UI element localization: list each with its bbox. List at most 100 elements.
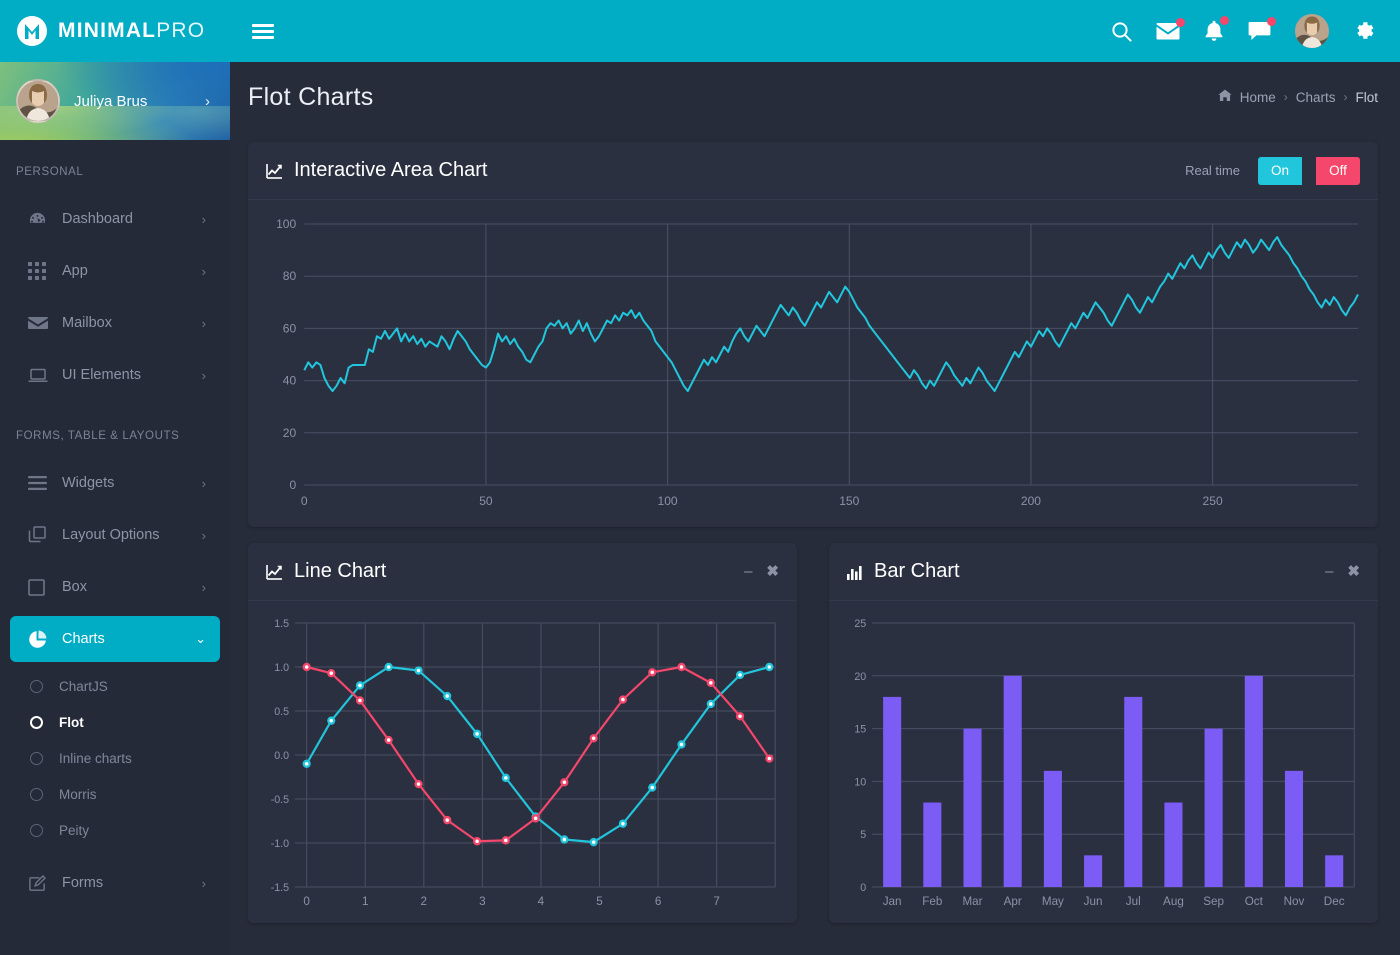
svg-text:Jan: Jan — [883, 894, 902, 908]
chevron-right-icon: › — [201, 315, 206, 331]
svg-text:100: 100 — [658, 494, 678, 508]
envelope-icon[interactable] — [1156, 17, 1185, 41]
nav-section-personal: PERSONAL — [16, 166, 84, 178]
notification-badge — [1267, 17, 1276, 26]
radio-icon — [30, 715, 43, 729]
bars-icon — [28, 476, 62, 490]
sidebar-user-profile[interactable]: Juliya Brus › — [0, 62, 230, 140]
search-icon[interactable] — [1111, 21, 1132, 42]
svg-text:0: 0 — [290, 478, 297, 492]
bar-chart-plot[interactable]: 0 5 10 15 20 25 Jan Feb Mar Apr May Jun Jul Aug Sep Oct… — [839, 615, 1364, 915]
breadcrumb-current: Flot — [1355, 89, 1378, 105]
card-body: -1.5 -1.0 -0.5 0.0 0.5 1.0 1.5 0 1 2 3 4 5 6 7 — [248, 601, 797, 923]
sidebar-subitem-morris[interactable]: Morris — [0, 776, 230, 812]
breadcrumb-home[interactable]: Home — [1240, 90, 1276, 105]
sidebar-item-layout-options[interactable]: Layout Options › — [10, 512, 220, 558]
radio-icon — [30, 679, 43, 693]
svg-text:Nov: Nov — [1284, 894, 1305, 908]
svg-text:5: 5 — [860, 829, 866, 841]
sidebar-item-label: Mailbox — [62, 315, 112, 331]
svg-text:0: 0 — [860, 882, 866, 894]
close-icon[interactable]: ✖ — [766, 564, 779, 579]
brand-logo-area[interactable]: MINIMALPRO — [0, 0, 230, 62]
sidebar-subitem-peity[interactable]: Peity — [0, 812, 230, 848]
svg-text:10: 10 — [854, 776, 866, 788]
close-icon[interactable]: ✖ — [1347, 564, 1360, 579]
laptop-icon — [28, 368, 62, 383]
line-chart-plot[interactable]: -1.5 -1.0 -0.5 0.0 0.5 1.0 1.5 0 1 2 3 4 5 6 7 — [258, 615, 783, 915]
sidebar-item-label: Forms — [62, 875, 104, 891]
square-icon — [28, 578, 62, 596]
card-body: 0 5 10 15 20 25 Jan Feb Mar Apr May Jun Jul Aug Sep Oct… — [829, 601, 1378, 923]
sidebar: MINIMALPRO Juliya Brus › PERSONAL Dashbo — [0, 0, 230, 955]
clone-icon — [28, 526, 62, 544]
radio-icon — [30, 823, 43, 837]
minimize-icon[interactable]: – — [1325, 564, 1333, 579]
svg-text:1.5: 1.5 — [274, 618, 289, 630]
chevron-right-icon: › — [205, 92, 210, 110]
sidebar-item-mailbox[interactable]: Mailbox › — [10, 300, 220, 346]
area-chart-plot[interactable]: 0 20 40 60 80 100 0 50 100 150 200 250 — [258, 214, 1364, 519]
svg-text:Mar: Mar — [962, 894, 982, 908]
card-header: Line Chart – ✖ — [248, 543, 797, 601]
card-title: Line Chart — [266, 560, 386, 583]
sidebar-item-dashboard[interactable]: Dashboard › — [10, 196, 220, 242]
svg-text:Jun: Jun — [1084, 894, 1103, 908]
pencil-square-icon — [28, 874, 62, 893]
chevron-right-icon: › — [201, 475, 206, 491]
avatar[interactable] — [1295, 14, 1329, 48]
sidebar-subitem-flot[interactable]: Flot — [0, 704, 230, 740]
sidebar-subitem-inline-charts[interactable]: Inline charts — [0, 740, 230, 776]
svg-text:2: 2 — [421, 894, 428, 908]
sidebar-item-forms[interactable]: Forms › — [10, 860, 220, 906]
breadcrumb-charts[interactable]: Charts — [1296, 90, 1336, 105]
card-title: Bar Chart — [847, 560, 960, 583]
sidebar-item-widgets[interactable]: Widgets › — [10, 460, 220, 506]
top-navbar — [230, 0, 1400, 62]
sidebar-item-label: Charts — [62, 631, 105, 647]
sidebar-item-label: Layout Options — [62, 527, 160, 543]
chevron-right-icon: › — [201, 875, 206, 891]
brand-name-light: PRO — [156, 19, 206, 42]
sidebar-subitem-label: Flot — [59, 714, 84, 730]
svg-text:25: 25 — [854, 618, 866, 630]
sidebar-item-charts[interactable]: Charts ⌄ — [10, 616, 220, 662]
svg-text:20: 20 — [283, 426, 297, 440]
bell-icon[interactable] — [1204, 16, 1229, 42]
svg-text:0: 0 — [303, 894, 310, 908]
svg-text:5: 5 — [596, 894, 603, 908]
realtime-label: Real time — [1185, 163, 1240, 178]
realtime-off-button[interactable]: Off — [1316, 156, 1360, 185]
sidebar-item-app[interactable]: App › — [10, 248, 220, 294]
svg-text:20: 20 — [854, 671, 866, 683]
card-title: Interactive Area Chart — [266, 159, 487, 182]
realtime-on-button[interactable]: On — [1258, 156, 1302, 185]
card-header: Interactive Area Chart Real time On Off — [248, 142, 1378, 200]
card-header: Bar Chart – ✖ — [829, 543, 1378, 601]
card-body: 0 20 40 60 80 100 0 50 100 150 200 250 — [248, 200, 1378, 527]
card-title-text: Line Chart — [294, 560, 387, 582]
svg-text:200: 200 — [1021, 494, 1041, 508]
svg-text:150: 150 — [839, 494, 859, 508]
sidebar-subitem-chartjs[interactable]: ChartJS — [0, 668, 230, 704]
svg-text:100: 100 — [276, 217, 296, 231]
card-bar-chart: Bar Chart – ✖ 0 5 10 15 20 25 Jan Feb Mar Apr May J… — [829, 543, 1378, 923]
sidebar-item-label: Dashboard — [62, 211, 133, 227]
bar-chart-icon — [847, 564, 863, 580]
sidebar-item-box[interactable]: Box › — [10, 564, 220, 610]
card-tools: – ✖ — [744, 564, 779, 579]
svg-text:May: May — [1042, 894, 1064, 908]
hamburger-icon[interactable] — [252, 23, 274, 39]
notification-badge — [1220, 16, 1229, 25]
sidebar-item-ui-elements[interactable]: UI Elements › — [10, 352, 220, 398]
minimize-icon[interactable]: – — [744, 564, 752, 579]
sidebar-item-label: App — [62, 263, 88, 279]
comment-icon[interactable] — [1248, 17, 1276, 41]
sidebar-item-label: UI Elements — [62, 367, 141, 383]
gear-icon[interactable] — [1353, 20, 1376, 43]
chevron-right-icon: › — [201, 579, 206, 595]
breadcrumb-separator: › — [1343, 90, 1348, 104]
brand-name-bold: MINIMAL — [58, 19, 157, 42]
brand-name: MINIMALPRO — [58, 19, 205, 43]
nav-section-forms: FORMS, TABLE & LAYOUTS — [16, 430, 180, 442]
